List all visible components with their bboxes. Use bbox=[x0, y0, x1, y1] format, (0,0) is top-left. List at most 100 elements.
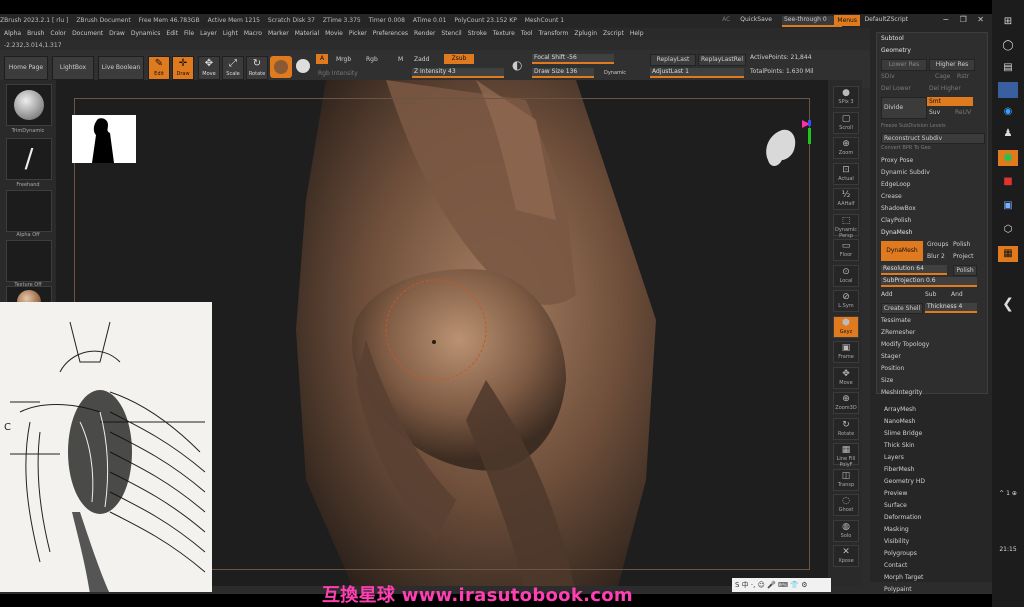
dynamic-toggle[interactable]: Dynamic bbox=[604, 70, 626, 76]
current-brush-icon[interactable] bbox=[270, 56, 292, 78]
edit-tool-button[interactable]: ✎ Edit bbox=[148, 56, 170, 80]
shadowbox-item[interactable]: ShadowBox bbox=[881, 205, 916, 212]
menu-item-layer[interactable]: Layer bbox=[200, 30, 217, 37]
replay-last-button[interactable]: ReplayLast bbox=[650, 54, 696, 66]
menu-item-draw[interactable]: Draw bbox=[109, 30, 125, 37]
convert-bpr-button[interactable]: Convert BPR To Geo bbox=[881, 145, 931, 151]
app-icon-1[interactable] bbox=[998, 82, 1018, 98]
menu-item-file[interactable]: File bbox=[184, 30, 194, 37]
right-shelf-actual-button[interactable]: ⊡ Actual bbox=[833, 162, 859, 185]
right-shelf-ghost-button[interactable]: ◌ Ghost bbox=[833, 494, 859, 516]
right-shelf-scroll-button[interactable]: ▢ Scroll bbox=[833, 111, 859, 134]
dynamesh-polish-button[interactable]: Polish bbox=[953, 265, 977, 276]
menu-item-tool[interactable]: Tool bbox=[521, 30, 533, 37]
size-item[interactable]: Size bbox=[881, 377, 893, 384]
tray-item-polypaint[interactable]: Polypaint bbox=[884, 586, 912, 593]
replay-last-rel-button[interactable]: ReplayLastRel bbox=[698, 54, 746, 66]
rgb-intensity-slider[interactable]: Rgb Intensity bbox=[318, 70, 358, 77]
and-toggle[interactable]: And bbox=[951, 291, 963, 298]
crease-item[interactable]: Crease bbox=[881, 193, 902, 200]
right-shelf-line-fill-polyf-button[interactable]: ▦ Line Fill PolyF bbox=[833, 443, 859, 468]
tray-item-arraymesh[interactable]: ArrayMesh bbox=[884, 406, 916, 413]
tray-item-visibility[interactable]: Visibility bbox=[884, 538, 909, 545]
app-icon-3[interactable]: ■ bbox=[998, 174, 1018, 190]
dynamesh-button[interactable]: DynaMesh bbox=[881, 241, 923, 261]
system-tray-icons[interactable]: ^ 1 ⊕ bbox=[992, 490, 1024, 497]
quicksave-button[interactable]: QuickSave bbox=[740, 16, 772, 23]
menu-item-picker[interactable]: Picker bbox=[349, 30, 367, 37]
wechat-icon[interactable]: ● bbox=[998, 150, 1018, 166]
menu-item-brush[interactable]: Brush bbox=[27, 30, 44, 37]
project-toggle[interactable]: Project bbox=[953, 253, 974, 260]
add-toggle[interactable]: Add bbox=[881, 291, 893, 298]
menu-item-texture[interactable]: Texture bbox=[493, 30, 515, 37]
thickness-slider[interactable]: Thickness 4 bbox=[925, 303, 977, 313]
alpha-slot[interactable] bbox=[6, 190, 52, 232]
menu-item-transform[interactable]: Transform bbox=[538, 30, 568, 37]
tray-item-thick-skin[interactable]: Thick Skin bbox=[884, 442, 915, 449]
reconstruct-subdiv-button[interactable]: Reconstruct Subdiv bbox=[881, 133, 985, 144]
app-icon-2[interactable]: ♟ bbox=[998, 126, 1018, 142]
app-icon-5[interactable]: ⬡ bbox=[998, 222, 1018, 238]
rstr-button[interactable]: Rstr bbox=[957, 73, 969, 80]
m-toggle[interactable]: M bbox=[398, 56, 403, 63]
del-lower-button[interactable]: Del Lower bbox=[881, 85, 911, 92]
tray-item-morph-target[interactable]: Morph Target bbox=[884, 574, 923, 581]
subprojection-slider[interactable]: SubProjection 0.6 bbox=[881, 277, 977, 287]
claypolish-item[interactable]: ClayPolish bbox=[881, 217, 911, 224]
ime-toolbar[interactable]: S 中 ·, ☺ 🎤 ⌨ 👕 ⚙ bbox=[732, 578, 831, 592]
polish-toggle[interactable]: Polish bbox=[953, 241, 970, 248]
tray-item-surface[interactable]: Surface bbox=[884, 502, 907, 509]
default-zscript-button[interactable]: DefaultZScript bbox=[865, 16, 908, 23]
draw-size-slider[interactable]: Draw Size 136 bbox=[532, 68, 594, 78]
live-boolean-button[interactable]: Live Boolean bbox=[98, 56, 144, 80]
tray-item-contact[interactable]: Contact bbox=[884, 562, 907, 569]
menus-toggle-button[interactable]: Menus bbox=[834, 15, 860, 26]
right-shelf-transp-button[interactable]: ◫ Transp bbox=[833, 468, 859, 491]
scale-tool-button[interactable]: ⤢ Scale bbox=[222, 56, 244, 80]
tray-item-deformation[interactable]: Deformation bbox=[884, 514, 921, 521]
menu-item-document[interactable]: Document bbox=[72, 30, 103, 37]
dynamic-subdiv-item[interactable]: Dynamic Subdiv bbox=[881, 169, 930, 176]
right-shelf-rotate-button[interactable]: ↻ Rotate bbox=[833, 417, 859, 440]
stroke-type-icon[interactable] bbox=[296, 59, 310, 73]
a-toggle[interactable]: A bbox=[316, 54, 328, 64]
right-shelf-gxyz-button[interactable]: ⬢ Gxyz bbox=[833, 315, 859, 338]
menu-item-marker[interactable]: Marker bbox=[268, 30, 289, 37]
tray-item-nanomesh[interactable]: NanoMesh bbox=[884, 418, 915, 425]
app-icon-4[interactable]: ▣ bbox=[998, 198, 1018, 214]
move-tool-button[interactable]: ✥ Move bbox=[198, 56, 220, 80]
smt-toggle[interactable]: Smt bbox=[927, 97, 973, 106]
zremesher-item[interactable]: ZRemesher bbox=[881, 329, 915, 336]
menu-item-macro[interactable]: Macro bbox=[244, 30, 262, 37]
z-intensity-slider[interactable]: Z Intensity 43 bbox=[412, 68, 504, 78]
menu-item-stencil[interactable]: Stencil bbox=[441, 30, 461, 37]
del-higher-button[interactable]: Del Higher bbox=[929, 85, 961, 92]
lightbox-button[interactable]: LightBox bbox=[52, 56, 94, 80]
lower-res-button[interactable]: Lower Res bbox=[881, 59, 927, 71]
right-shelf-xpose-button[interactable]: ✕ Xpose bbox=[833, 545, 859, 567]
menu-item-movie[interactable]: Movie bbox=[325, 30, 343, 37]
menu-item-material[interactable]: Material bbox=[295, 30, 319, 37]
tray-item-geometry-hd[interactable]: Geometry HD bbox=[884, 478, 925, 485]
divide-button[interactable]: Divide bbox=[881, 97, 927, 119]
suv-toggle[interactable]: Suv bbox=[929, 109, 940, 116]
tray-item-preview[interactable]: Preview bbox=[884, 490, 907, 497]
sub-toggle[interactable]: Sub bbox=[925, 291, 936, 298]
higher-res-button[interactable]: Higher Res bbox=[929, 59, 975, 71]
freeze-subdiv-button[interactable]: Freeze SubDivision Levels bbox=[881, 123, 946, 129]
menu-item-light[interactable]: Light bbox=[223, 30, 238, 37]
proxy-pose-item[interactable]: Proxy Pose bbox=[881, 157, 913, 164]
see-through-slider[interactable]: See-through 0 bbox=[782, 16, 842, 27]
window-controls[interactable]: − ❐ ✕ bbox=[942, 15, 988, 24]
menu-item-color[interactable]: Color bbox=[50, 30, 66, 37]
tray-item-masking[interactable]: Masking bbox=[884, 526, 909, 533]
sdiv-slider[interactable]: SDiv bbox=[881, 73, 895, 80]
menu-item-dynamics[interactable]: Dynamics bbox=[131, 30, 161, 37]
adjust-last-slider[interactable]: AdjustLast 1 bbox=[650, 68, 744, 78]
collapse-arrow-icon[interactable]: ❮ bbox=[998, 296, 1018, 312]
right-shelf-zoom3d-button[interactable]: ⊕ Zoom3D bbox=[833, 392, 859, 414]
modify-topology-item[interactable]: Modify Topology bbox=[881, 341, 929, 348]
right-shelf-l-sym-button[interactable]: ⊘ L.Sym bbox=[833, 290, 859, 312]
cage-button[interactable]: Cage bbox=[935, 73, 950, 80]
